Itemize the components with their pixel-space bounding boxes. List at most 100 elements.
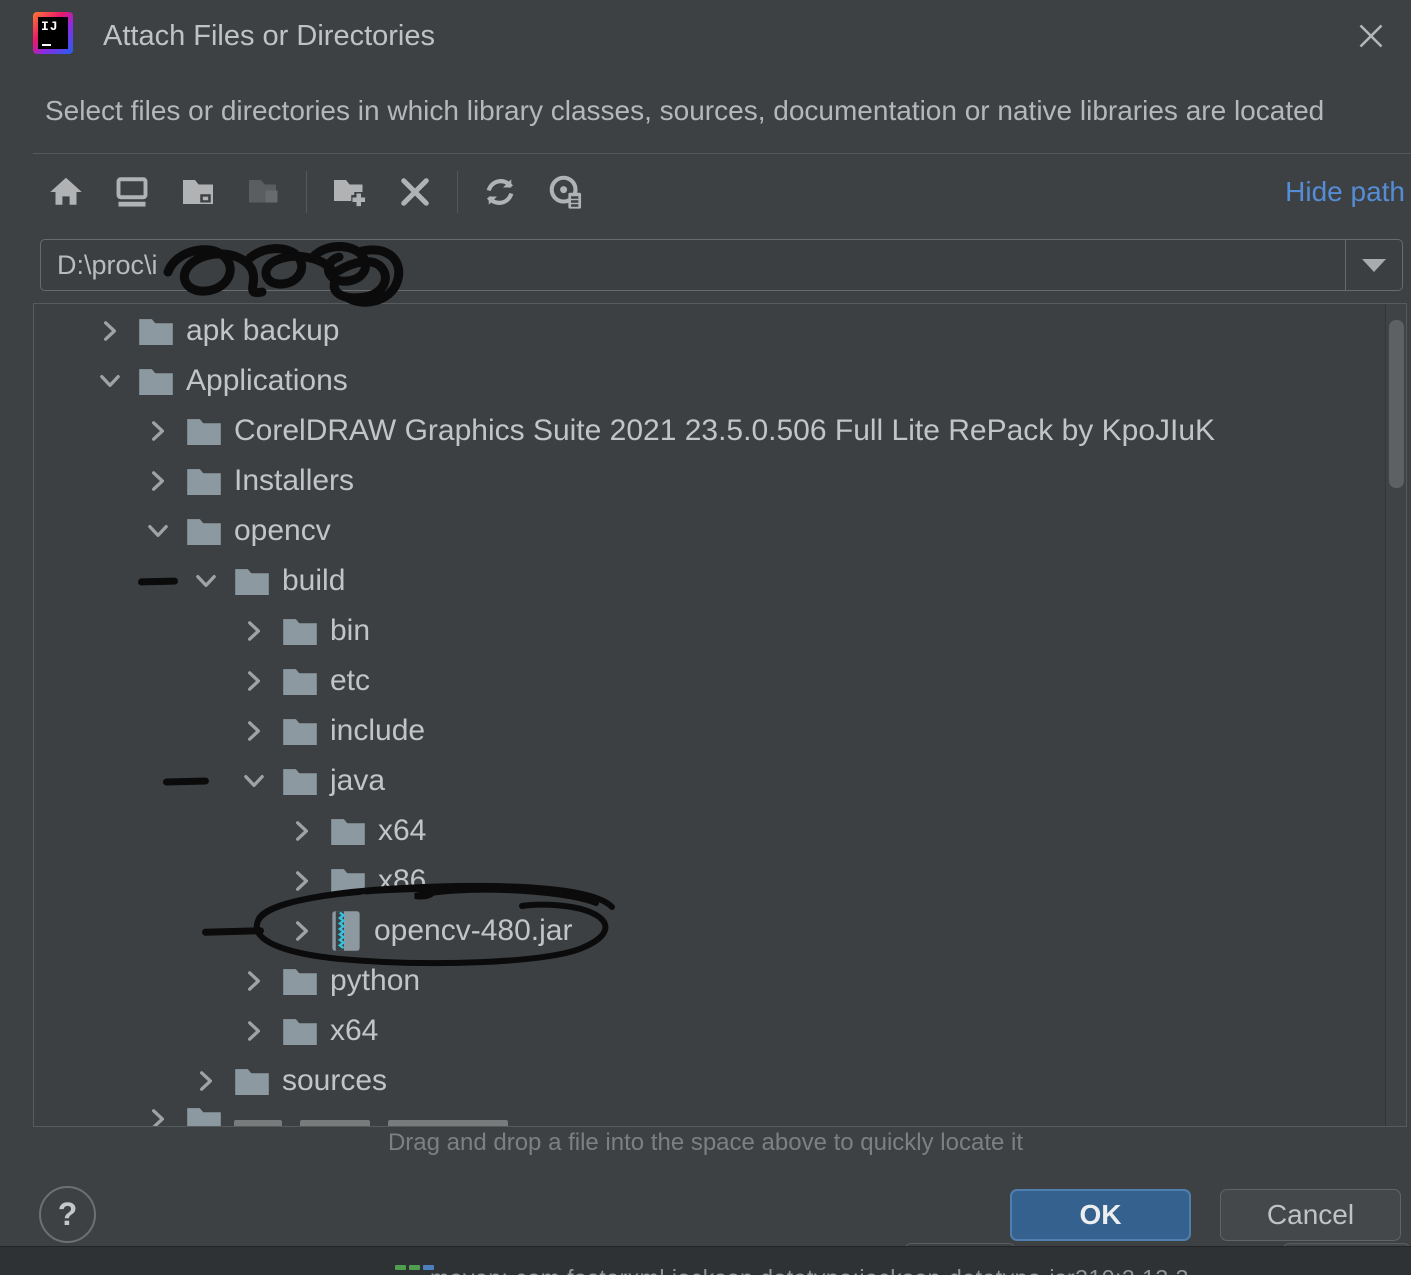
chevron-right-icon (152, 471, 164, 491)
ink-dash-annotation (162, 777, 210, 786)
path-input[interactable] (41, 240, 1345, 290)
tree-toggle[interactable] (145, 1106, 171, 1126)
show-hidden-files-icon[interactable] (540, 168, 592, 216)
tree-row-label: Applications (186, 364, 348, 397)
tree-toggle[interactable] (241, 668, 267, 694)
file-tree-panel: apk backup Applications CorelDRAW Graphics… (33, 303, 1407, 1127)
tree-row-label: apk backup (186, 314, 340, 347)
jar-icon (332, 911, 360, 951)
home-icon[interactable] (40, 168, 92, 216)
chevron-right-icon (152, 421, 164, 441)
tree-row[interactable]: opencv-480.jar (34, 906, 1384, 956)
tree-row[interactable]: etc (34, 656, 1384, 706)
tree-row-label: java (330, 764, 386, 797)
chevron-right-icon (152, 1109, 164, 1126)
tree-toggle[interactable] (145, 518, 171, 544)
clipped-library-text: maven: com.fasterxml.jackson.datatype:ja… (430, 1265, 1189, 1275)
tree-row-label: include (330, 714, 426, 747)
attach-files-dialog: IJ Attach Files or Directories Select fi… (0, 0, 1411, 1275)
tree-toggle[interactable] (97, 368, 123, 394)
close-icon[interactable] (1349, 14, 1393, 58)
chevron-right-icon (296, 821, 308, 841)
chevron-right-icon (296, 921, 308, 941)
tree-toggle[interactable] (193, 568, 219, 594)
chevron-down-icon (100, 375, 120, 387)
chevron-right-icon (248, 621, 260, 641)
scrollbar-thumb[interactable] (1389, 320, 1404, 488)
tree-toggle[interactable] (193, 1068, 219, 1094)
file-chooser-toolbar (40, 166, 606, 218)
new-folder-icon[interactable] (323, 168, 375, 216)
tree-row[interactable]: x86 (34, 856, 1384, 906)
tree-row-label: etc (330, 664, 371, 697)
tree-row[interactable]: apk backup (34, 306, 1384, 356)
tree-row[interactable]: x64 (34, 1006, 1384, 1056)
module-folder-icon-disabled (238, 168, 290, 216)
tree-row[interactable]: python (34, 956, 1384, 1006)
intellij-logo-icon: IJ (33, 12, 73, 54)
folder-icon (283, 769, 317, 795)
cancel-button[interactable]: Cancel (1220, 1189, 1401, 1241)
folder-icon (331, 819, 365, 845)
tree-row-label: python (330, 964, 421, 997)
toolbar-separator (457, 171, 458, 213)
project-folder-icon[interactable] (172, 168, 224, 216)
tree-row[interactable]: sources (34, 1056, 1384, 1106)
tree-toggle[interactable] (241, 1018, 267, 1044)
dialog-title: Attach Files or Directories (103, 20, 435, 52)
maven-library-icon (395, 1265, 434, 1270)
tree-toggle[interactable] (289, 918, 315, 944)
chevron-right-icon (296, 871, 308, 891)
tree-row[interactable]: Applications (34, 356, 1384, 406)
tree-toggle[interactable] (241, 968, 267, 994)
folder-icon (283, 1019, 317, 1045)
help-button[interactable]: ? (39, 1186, 96, 1243)
tree-row[interactable]: bin (34, 606, 1384, 656)
tree-row[interactable]: build (34, 556, 1384, 606)
tree-toggle[interactable] (145, 468, 171, 494)
clipped-label (300, 1120, 370, 1126)
folder-icon (283, 969, 317, 995)
chevron-down-icon (244, 775, 264, 787)
chevron-right-icon (248, 1021, 260, 1041)
folder-icon (187, 1108, 221, 1126)
tree-row-label: Installers (234, 464, 355, 497)
refresh-icon[interactable] (474, 168, 526, 216)
hide-path-link[interactable]: Hide path (1285, 176, 1405, 208)
tree-row-label: sources (282, 1064, 388, 1097)
tree-toggle[interactable] (97, 318, 123, 344)
tree-row-label: opencv-480.jar (374, 914, 573, 947)
ok-button[interactable]: OK (1010, 1189, 1191, 1241)
folder-icon (139, 319, 173, 345)
tree-row[interactable]: java (34, 756, 1384, 806)
tree-row[interactable]: include (34, 706, 1384, 756)
path-dropdown-button[interactable] (1345, 240, 1402, 290)
folder-icon (139, 369, 173, 395)
chevron-right-icon (248, 721, 260, 741)
tree-toggle[interactable] (241, 618, 267, 644)
folder-icon (331, 869, 365, 895)
tree-toggle[interactable] (289, 868, 315, 894)
chevron-right-icon (104, 321, 116, 341)
tree-scrollbar[interactable] (1385, 304, 1406, 1126)
tree-row[interactable]: opencv (34, 506, 1384, 556)
chevron-right-icon (248, 971, 260, 991)
desktop-icon[interactable] (106, 168, 158, 216)
toolbar-separator (306, 171, 307, 213)
tree-toggle[interactable] (145, 418, 171, 444)
tree-toggle[interactable] (241, 718, 267, 744)
delete-icon[interactable] (389, 168, 441, 216)
tree-toggle[interactable] (289, 818, 315, 844)
folder-icon (283, 669, 317, 695)
folder-icon (283, 719, 317, 745)
chevron-down-icon (148, 525, 168, 537)
tree-row[interactable] (34, 1106, 1384, 1126)
tree-row[interactable]: Installers (34, 456, 1384, 506)
tree-toggle[interactable] (241, 768, 267, 794)
tree-row-label: bin (330, 614, 371, 647)
clipped-label (388, 1120, 508, 1126)
chevron-right-icon (248, 671, 260, 691)
tree-row[interactable]: x64 (34, 806, 1384, 856)
tree-row[interactable]: CorelDRAW Graphics Suite 2021 23.5.0.506… (34, 406, 1384, 456)
folder-icon (187, 519, 221, 545)
